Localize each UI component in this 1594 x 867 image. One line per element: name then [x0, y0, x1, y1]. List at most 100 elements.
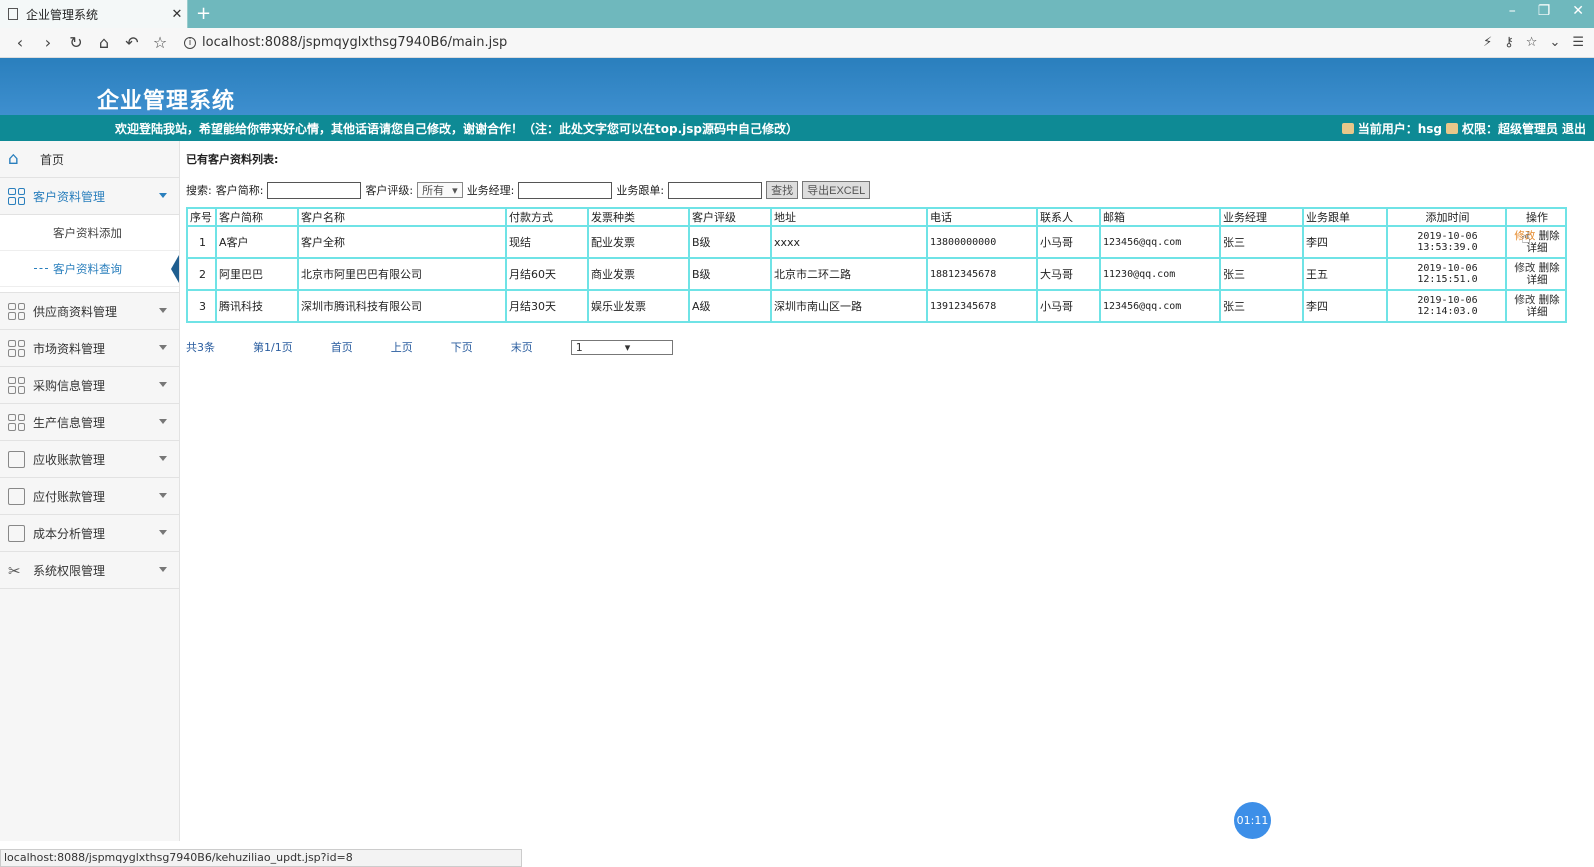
cell-no: 3 [186, 289, 217, 323]
grid-icon [8, 302, 25, 320]
sidebar-item-receivables[interactable]: 应收账款管理 [0, 441, 179, 478]
rating-select-value: 所有 [422, 184, 445, 197]
current-user: 当前用户：hsg [1357, 121, 1442, 136]
cell-ops: 修改 删除 详细 [1505, 289, 1567, 323]
logout-link[interactable]: 退出 [1562, 120, 1586, 137]
short-name-input[interactable] [267, 181, 362, 199]
home-nav-icon[interactable]: ⌂ [90, 33, 118, 52]
cell-addr: xxxx [770, 225, 928, 259]
cell-phone: 13912345678 [926, 289, 1038, 323]
restore-icon[interactable]: ❐ [1538, 3, 1551, 19]
follower-label: 业务跟单: [616, 184, 665, 197]
sidebar-item-home[interactable]: ⌂ 首页 [0, 141, 179, 178]
sidebar-item-suppliers[interactable]: 供应商资料管理 [0, 293, 179, 330]
chevron-down-icon [159, 193, 167, 198]
cell-addr: 深圳市南山区一路 [770, 289, 928, 323]
pager-next[interactable]: 下页 [451, 339, 473, 355]
close-tab-icon[interactable]: ✕ [167, 7, 187, 22]
cell-rating: B级 [688, 257, 772, 291]
sidebar: ⌂ 首页 客户资料管理 客户资料添加 客户资料查询 供应商资料管理 市场资料管理… [0, 141, 180, 841]
cell-addr: 北京市二环二路 [770, 257, 928, 291]
sidebar-item-label: 客户资料管理 [33, 189, 106, 204]
sidebar-item-production[interactable]: 生产信息管理 [0, 404, 179, 441]
sidebar-item-label: 成本分析管理 [33, 526, 106, 541]
sidebar-item-label: 生产信息管理 [33, 415, 106, 430]
delete-link[interactable]: 删除 [1539, 230, 1560, 242]
table-row: 3 腾讯科技 深圳市腾讯科技有限公司 月结30天 娱乐业发票 A级 深圳市南山区… [186, 289, 1567, 323]
detail-link[interactable]: 详细 [1527, 306, 1548, 318]
pager-last[interactable]: 末页 [511, 339, 533, 355]
delete-link[interactable]: 删除 [1539, 262, 1560, 274]
cell-pay: 现结 [505, 225, 589, 259]
ledger-icon [8, 487, 25, 505]
page-select[interactable]: 1 ▾ [570, 339, 674, 355]
site-info-icon[interactable]: i [184, 36, 196, 49]
detail-link[interactable]: 详细 [1527, 274, 1548, 286]
cell-pay: 月结60天 [505, 257, 589, 291]
sidebar-subitem-add-customer[interactable]: 客户资料添加 [0, 215, 179, 251]
reload-icon[interactable]: ↻ [62, 33, 90, 52]
cell-email: 123456@qq.com [1099, 289, 1221, 323]
cell-pay: 月结30天 [505, 289, 589, 323]
column-header: 操作 [1505, 207, 1567, 227]
cell-invoice: 配业发票 [587, 225, 690, 259]
status-bar: localhost:8088/jspmqyglxthsg7940B6/kehuz… [0, 849, 522, 867]
ledger-icon [8, 450, 25, 468]
sidebar-item-label: 应收账款管理 [33, 452, 106, 467]
cell-short: 腾讯科技 [215, 289, 299, 323]
menu-icon[interactable]: ☰ [1572, 35, 1584, 50]
export-excel-button[interactable]: 导出EXCEL [802, 181, 871, 199]
sidebar-item-customers[interactable]: 客户资料管理 [0, 178, 179, 215]
page-select-value: 1 [575, 340, 583, 354]
edit-link[interactable]: 修改 [1514, 262, 1535, 274]
column-header: 联系人 [1036, 207, 1101, 227]
sidebar-subitem-query-customer[interactable]: 客户资料查询 [0, 251, 179, 287]
search-button[interactable]: 查找 [766, 181, 799, 199]
undo-icon[interactable]: ↶ [118, 33, 146, 52]
minimize-icon[interactable]: – [1509, 3, 1516, 19]
welcome-text: 欢迎登陆我站，希望能给你带来好心情，其他话语请您自己修改，谢谢合作！（注：此处文… [115, 121, 798, 136]
search-form: 搜索: 客户简称: 客户评级: 所有 ▾ 业务经理: 业务跟单: 查找 导出EXC… [186, 181, 1588, 199]
back-icon[interactable]: ‹ [6, 33, 34, 52]
bookmark-star-icon[interactable]: ☆ [146, 33, 174, 52]
pager-first[interactable]: 首页 [331, 339, 353, 355]
browser-tab[interactable]: 企业管理系统 ✕ [0, 0, 188, 28]
edit-link[interactable]: 修改 [1514, 294, 1535, 306]
cell-contact: 大马哥 [1036, 257, 1101, 291]
column-header: 电话 [926, 207, 1038, 227]
table-row: 2 阿里巴巴 北京市阿里巴巴有限公司 月结60天 商业发票 B级 北京市二环二路… [186, 257, 1567, 291]
sidebar-item-payables[interactable]: 应付账款管理 [0, 478, 179, 515]
sidebar-item-market[interactable]: 市场资料管理 [0, 330, 179, 367]
ledger-icon [8, 524, 25, 542]
app-header: 企业管理系统 [0, 58, 1594, 115]
cell-short: A客户 [215, 225, 299, 259]
sidebar-item-purchase[interactable]: 采购信息管理 [0, 367, 179, 404]
chevron-down-icon [159, 382, 167, 387]
new-tab-icon[interactable]: + [196, 3, 211, 24]
tab-title: 企业管理系统 [26, 7, 99, 22]
grid-icon [8, 376, 25, 394]
forward-icon[interactable]: › [34, 33, 62, 52]
main-content: 已有客户资料列表: 搜索: 客户简称: 客户评级: 所有 ▾ 业务经理: 业务跟单… [180, 141, 1594, 841]
sidebar-item-cost-analysis[interactable]: 成本分析管理 [0, 515, 179, 552]
favorite-icon[interactable]: ☆ [1526, 35, 1538, 50]
column-header: 业务经理 [1219, 207, 1304, 227]
pager-prev[interactable]: 上页 [391, 339, 413, 355]
chevron-down-icon: ▾ [452, 183, 458, 197]
url-field[interactable]: i localhost:8088/jspmqyglxthsg7940B6/mai… [184, 35, 507, 50]
key-icon[interactable]: ⚷ [1504, 35, 1514, 50]
delete-link[interactable]: 删除 [1539, 294, 1560, 306]
manager-input[interactable] [518, 181, 613, 199]
hand-cursor-icon: ☝ [1521, 228, 1531, 247]
timer-badge: 01:11 [1234, 802, 1271, 839]
page-icon [8, 8, 18, 20]
home-icon: ⌂ [8, 149, 19, 169]
rating-select[interactable]: 所有 ▾ [417, 182, 463, 198]
close-window-icon[interactable]: ✕ [1572, 3, 1584, 19]
cell-contact: 小马哥 [1036, 289, 1101, 323]
follower-input[interactable] [668, 181, 763, 199]
flash-icon[interactable]: ⚡ [1483, 35, 1492, 50]
chevron-down-icon[interactable]: ⌄ [1549, 35, 1560, 50]
sidebar-item-permissions[interactable]: ✂ 系统权限管理 [0, 552, 179, 589]
chevron-down-icon: ▾ [624, 340, 631, 354]
